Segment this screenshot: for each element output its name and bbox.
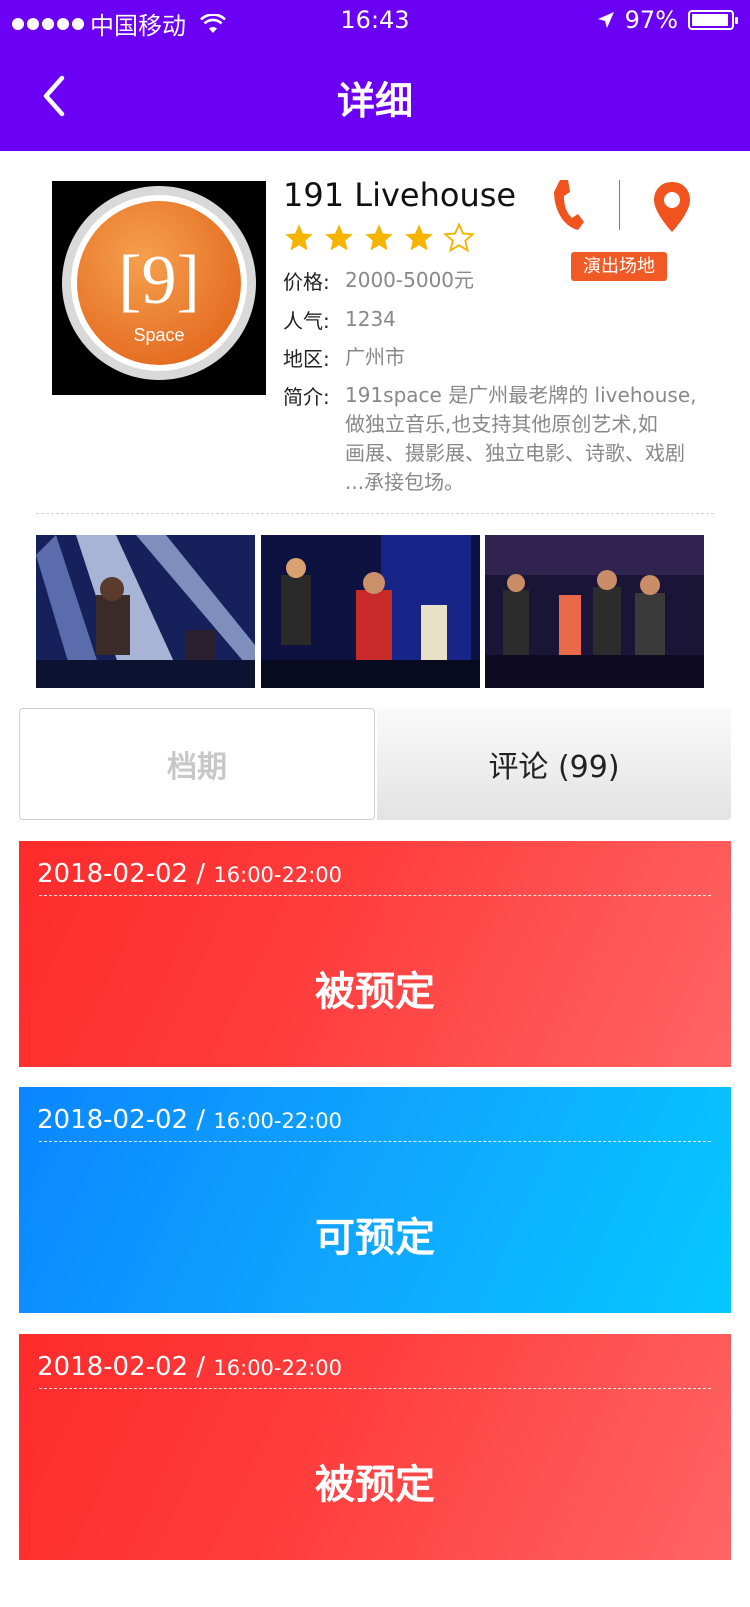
battery-percent: 97% — [624, 6, 678, 34]
price-row: 价格: 2000-5000元 — [283, 266, 474, 295]
star-outline-icon — [443, 222, 475, 253]
slot-date: 2018-02-02 / — [37, 1352, 214, 1382]
region-row: 地区: 广州市 — [283, 343, 405, 372]
slot-datetime: 2018-02-02 / 16:00-22:00 — [37, 1352, 342, 1382]
icon-divider — [619, 180, 620, 230]
slot-time: 16:00-22:00 — [213, 1356, 343, 1380]
price-label: 价格: — [283, 270, 330, 294]
intro-label: 简介: — [283, 385, 330, 409]
concert-photo — [485, 535, 704, 688]
rating-stars — [283, 222, 475, 254]
slot-date: 2018-02-02 / — [37, 1105, 214, 1135]
slot-status: 被预定 — [315, 1462, 435, 1508]
popularity-value: 1234 — [345, 307, 396, 331]
tab-comments[interactable]: 评论 (99) — [377, 708, 731, 820]
top-bar: 中国移动 16:43 97% 详细 — [0, 0, 750, 151]
page-title: 详细 — [336, 79, 413, 123]
gallery-photo-2[interactable] — [261, 535, 480, 688]
venue-logo-image: [9] Space — [62, 186, 256, 380]
star-icon — [405, 224, 433, 251]
logo-subtext: Space — [133, 325, 184, 345]
slot-datetime: 2018-02-02 / 16:00-22:00 — [37, 1105, 342, 1135]
star-icon — [325, 224, 353, 251]
venue-type-tag: 演出场地 — [571, 252, 667, 281]
slot-status: 可预定 — [315, 1215, 435, 1261]
intro-text: 191space 是广州最老牌的 livehouse, 做独立音乐,也支持其他原… — [345, 381, 696, 497]
concert-photo — [261, 535, 480, 688]
price-value: 2000-5000元 — [345, 268, 475, 292]
tab-schedule[interactable]: 档期 — [19, 708, 375, 820]
slot-divider — [39, 1141, 711, 1142]
intro-line: 画展、摄影展、独立电影、诗歌、戏剧 — [345, 441, 685, 465]
slot-time: 16:00-22:00 — [213, 1109, 343, 1133]
status-right: 97% — [597, 6, 738, 34]
star-icon — [285, 224, 313, 251]
intro-line: 191space 是广州最老牌的 livehouse, — [345, 383, 697, 407]
gallery-photo-3[interactable] — [485, 535, 704, 688]
schedule-slot[interactable]: 2018-02-02 / 16:00-22:00 被预定 — [19, 1334, 731, 1560]
phone-icon[interactable] — [552, 178, 586, 232]
slot-status: 被预定 — [315, 969, 435, 1015]
schedule-slot[interactable]: 2018-02-02 / 16:00-22:00 被预定 — [19, 841, 731, 1067]
gallery-photo-1[interactable] — [36, 535, 255, 688]
star-icon — [365, 224, 393, 251]
popularity-label: 人气: — [283, 309, 330, 333]
slot-divider — [39, 895, 711, 896]
schedule-slot[interactable]: 2018-02-02 / 16:00-22:00 可预定 — [19, 1087, 731, 1313]
region-value: 广州市 — [345, 345, 405, 369]
slot-divider — [39, 1388, 711, 1389]
slot-time: 16:00-22:00 — [213, 863, 343, 887]
slot-date: 2018-02-02 / — [37, 859, 214, 889]
venue-name: 191 Livehouse — [283, 176, 517, 214]
logo-mark: [9] — [118, 242, 200, 319]
intro-line: ...承接包场。 — [345, 470, 465, 494]
intro-line: 做独立音乐,也支持其他原创艺术,如 — [345, 412, 658, 436]
location-arrow-icon — [597, 12, 614, 28]
concert-photo — [36, 535, 255, 688]
divider — [36, 513, 714, 514]
popularity-row: 人气: 1234 — [283, 305, 396, 334]
intro-row: 简介: 191space 是广州最老牌的 livehouse, 做独立音乐,也支… — [283, 381, 696, 497]
status-bar: 中国移动 16:43 97% — [0, 0, 750, 40]
location-pin-icon[interactable] — [651, 180, 693, 234]
region-label: 地区: — [283, 347, 330, 371]
battery-icon — [688, 10, 738, 30]
slot-datetime: 2018-02-02 / 16:00-22:00 — [37, 859, 342, 889]
venue-logo: [9] Space — [52, 181, 266, 395]
